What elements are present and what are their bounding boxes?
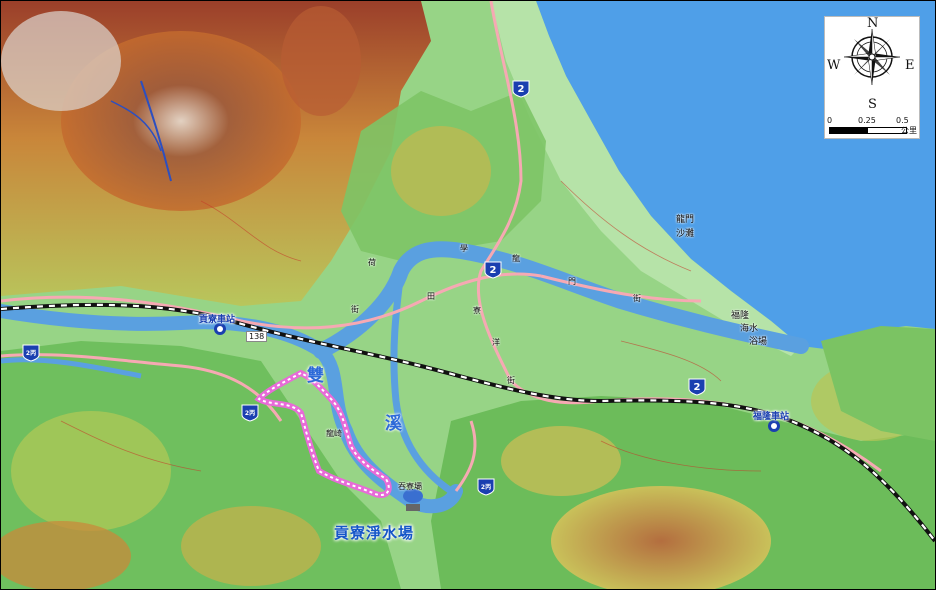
plant-building bbox=[406, 504, 420, 511]
scale-tick-025: 0.25 bbox=[858, 116, 876, 125]
scale-unit: 公里 bbox=[901, 126, 917, 135]
road-char: 學 bbox=[460, 244, 468, 253]
road-code-label: 138 bbox=[246, 331, 268, 342]
svg-text:2丙: 2丙 bbox=[245, 410, 255, 417]
gongliao-station-label: 貢寮車站 bbox=[199, 315, 236, 325]
road-char: 街 bbox=[633, 294, 641, 303]
compass-south: S bbox=[868, 97, 877, 112]
river-label-shuang: 雙 bbox=[307, 366, 324, 386]
terrain-map bbox=[1, 1, 935, 589]
map-frame: 2 2 2 2丙 2丙 2丙 貢寮車站 福隆車站 138 雙 溪 龍門 沙灘 福… bbox=[0, 0, 936, 590]
beach-label: 福隆 bbox=[731, 311, 750, 321]
longqiao-label: 龍崎 bbox=[326, 429, 342, 438]
route-2c-shield: 2丙 bbox=[477, 478, 495, 496]
peak-area-2 bbox=[1, 11, 121, 111]
svg-text:2: 2 bbox=[490, 265, 497, 276]
beach-label: 海水 bbox=[740, 324, 759, 334]
road-char: 門 bbox=[568, 277, 576, 286]
road-char: 街 bbox=[351, 305, 359, 314]
route-2-shield: 2 bbox=[484, 261, 502, 279]
scale-tick-05: 0.5 bbox=[896, 116, 909, 125]
compass-legend: N S E W 0 0.25 0.5 公里 bbox=[824, 16, 920, 139]
road-char: 荷 bbox=[368, 258, 376, 267]
svg-text:2: 2 bbox=[518, 84, 525, 95]
road-char: 洋 bbox=[492, 338, 500, 347]
beach-label: 浴場 bbox=[749, 337, 768, 347]
compass-west: W bbox=[827, 58, 841, 73]
compass-north: N bbox=[867, 16, 879, 31]
coast-label: 沙灘 bbox=[676, 229, 695, 239]
compass-rose-icon bbox=[843, 28, 901, 86]
road-char: 街 bbox=[507, 376, 515, 385]
compass-east: E bbox=[905, 58, 915, 73]
route-2c-shield: 2丙 bbox=[22, 344, 40, 362]
route-2c-shield: 2丙 bbox=[241, 404, 259, 422]
road-char: 田 bbox=[427, 292, 435, 301]
route-2-shield: 2 bbox=[688, 378, 706, 396]
fulong-station-label: 福隆車站 bbox=[753, 412, 790, 422]
scale-tick-0: 0 bbox=[827, 116, 833, 125]
scale-bar bbox=[829, 127, 907, 134]
coast-label: 龍門 bbox=[676, 215, 695, 225]
route-2-shield: 2 bbox=[512, 80, 530, 98]
dam-label: 吞寮壩 bbox=[398, 482, 422, 491]
road-char: 龍 bbox=[512, 254, 520, 263]
svg-text:2丙: 2丙 bbox=[26, 350, 36, 357]
svg-text:2: 2 bbox=[694, 382, 701, 393]
svg-text:2丙: 2丙 bbox=[481, 484, 491, 491]
river-label-xi: 溪 bbox=[385, 414, 402, 434]
road-char: 寮 bbox=[473, 306, 481, 315]
water-plant-label: 貢寮淨水場 bbox=[334, 524, 415, 542]
ridge-east bbox=[281, 6, 361, 116]
